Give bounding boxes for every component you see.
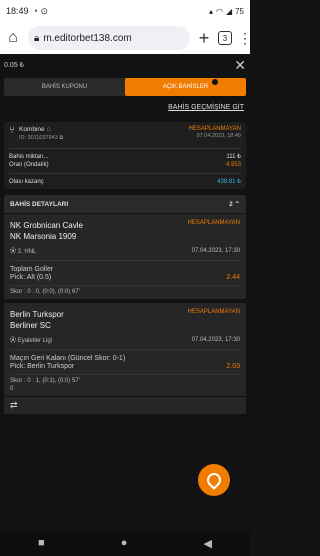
pick-odd: 2.03: [226, 363, 240, 370]
wifi-icon: ◠: [215, 6, 223, 16]
menu-icon[interactable]: ⋮: [238, 30, 252, 47]
repeat-icon: ⇄: [10, 400, 18, 410]
balance-bar: 0.05 ₺ ✕: [0, 54, 250, 76]
match-status: HESAPLANMAYAN: [187, 220, 240, 226]
bet-status: HESAPLANMAYAN: [188, 126, 241, 132]
battery-icon: 75: [235, 6, 244, 16]
match-card: Berlin Turkspor Berliner SC HESAPLANMAYA…: [4, 302, 246, 396]
match-status: HESAPLANMAYAN: [187, 309, 240, 315]
browser-toolbar: ⌂ 🔒︎ m.editorbet138.com + 3 ⋮: [0, 22, 252, 54]
bet-history-link[interactable]: BAHİS GEÇMİŞİNE GİT: [0, 98, 250, 116]
signal-icon: ▴: [208, 6, 213, 16]
away-team: NK Marsonia 1909: [10, 232, 77, 241]
odds-value: 4.953: [225, 162, 241, 168]
status-time: 18:49: [6, 6, 29, 16]
match-date: 07.04.2023, 17:30: [191, 247, 240, 254]
cell-icon: ◢: [225, 6, 233, 16]
match-card: NK Grobnican Cavle NK Marsonia 1909 HESA…: [4, 213, 246, 299]
bet-type: Kombine: [19, 126, 45, 133]
back-icon[interactable]: ◀: [203, 537, 211, 550]
league-name: Eyaletler Ligi: [17, 338, 53, 344]
home-nav-icon[interactable]: ●: [121, 537, 128, 549]
balance: 0.05 ₺: [4, 62, 25, 69]
repeat-bet-button[interactable]: ⇄: [4, 396, 246, 414]
odds-label: Oran (Ondalık): [9, 162, 49, 168]
tab-open-label: AÇIK BAHİSLER: [162, 84, 209, 90]
new-tab-icon[interactable]: +: [196, 28, 212, 49]
bet-date: 07.04.2023, 18:49: [196, 133, 241, 139]
status-icons: ◔ ⊙: [32, 5, 49, 16]
combo-icon: ⑂: [9, 125, 15, 136]
match-date: 07.04.2023, 17:30: [191, 336, 240, 343]
status-bar: 18:49 ◔ ⊙ ▴ ◠ ◢ 75: [0, 0, 250, 22]
amount-label: Bahis miktarı...: [9, 153, 49, 160]
copy-icon[interactable]: ⧉: [59, 135, 63, 141]
lock-icon: 🔒︎: [34, 32, 40, 44]
bet-details-header[interactable]: BAHİS DETAYLARI 2 ⌃: [4, 195, 246, 213]
amount-value: 111 ₺: [226, 154, 241, 160]
tab-coupon[interactable]: BAHİS KUPONU: [4, 78, 125, 96]
extra-score: 0: [10, 386, 14, 392]
chevron-up-icon: ⌃: [234, 201, 240, 208]
boost-icon: ⌂: [46, 126, 51, 133]
bet-summary: ⑂ Kombine ⌂ ID: 3011037943 ⧉ HESAPLANMAY…: [4, 122, 246, 189]
close-icon[interactable]: ✕: [234, 57, 246, 74]
possible-label: Olası kazanç: [9, 178, 44, 185]
betslip-tabs: BAHİS KUPONU AÇIK BAHİSLER: [4, 78, 246, 96]
bet-id: ID: 3011037943: [19, 135, 58, 141]
address-bar[interactable]: 🔒︎ m.editorbet138.com: [28, 26, 190, 50]
details-count: 2: [229, 201, 233, 208]
home-team: Berlin Turkspor: [10, 310, 64, 319]
market-name: Maçın Geri Kalanı (Güncel Skor: 0-1): [10, 355, 126, 362]
live-support-button[interactable]: [198, 464, 230, 496]
pick-text: Pick: Alt (0.5): [10, 274, 52, 281]
score-text: Skor : 0 : 1, (0:1), (0:0) 57': [10, 378, 80, 384]
soccer-icon: ⚽︎: [10, 338, 17, 344]
details-title: BAHİS DETAYLARI: [10, 200, 69, 208]
market-name: Toplam Goller: [10, 266, 54, 273]
recents-icon[interactable]: ■: [38, 537, 45, 549]
tab-switcher-button[interactable]: 3: [218, 31, 232, 45]
home-icon[interactable]: ⌂: [4, 29, 22, 47]
location-pin-icon: [204, 470, 224, 490]
pick-text: Pick: Berlin Turkspor: [10, 363, 75, 370]
away-team: Berliner SC: [10, 321, 51, 330]
league-name: 2. HNL: [17, 249, 37, 255]
pick-odd: 2.44: [226, 274, 240, 281]
tab-open-bets[interactable]: AÇIK BAHİSLER: [125, 78, 246, 96]
score-text: Skor : 0 : 0, (0:0), (0:0) 67': [10, 289, 80, 295]
notification-dot: [212, 79, 218, 85]
home-team: NK Grobnican Cavle: [10, 221, 83, 230]
soccer-icon: ⚽︎: [10, 249, 17, 255]
possible-value: 438.81 ₺: [217, 179, 241, 185]
android-nav-bar: ■ ● ◀: [0, 530, 250, 556]
url-text: m.editorbet138.com: [43, 32, 132, 44]
